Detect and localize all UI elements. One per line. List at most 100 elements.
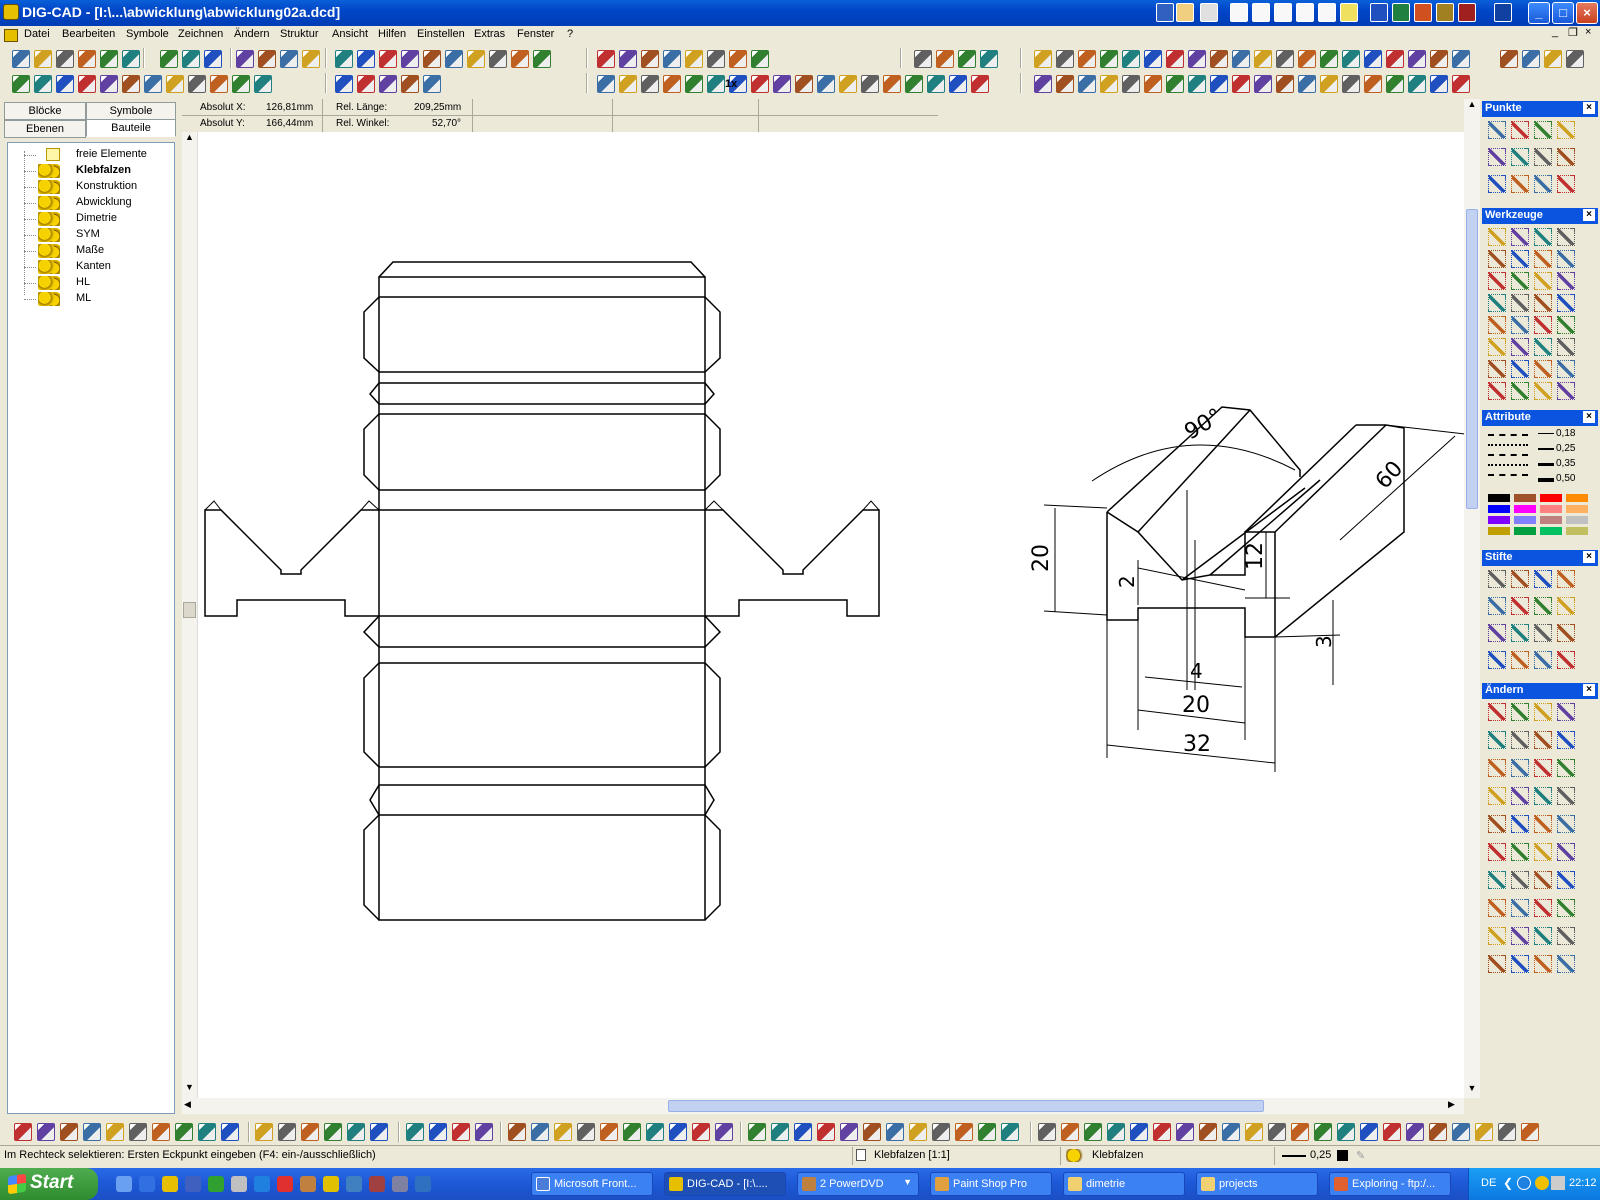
werkzeuge-tool-icon[interactable] [1557,360,1575,378]
tree-item[interactable]: ML [24,291,168,307]
task-frontpage[interactable]: Microsoft Front... [531,1172,653,1196]
dimension-tool-icon[interactable] [955,1123,973,1141]
help-tool-icon[interactable] [1522,50,1540,68]
aendern-tool-icon[interactable] [1557,731,1575,749]
block-tool-icon[interactable] [1100,75,1118,93]
stifte-tool-icon[interactable] [1488,624,1506,642]
quicklaunch-icon[interactable] [1156,3,1174,22]
zoom-tool-icon[interactable] [663,75,681,93]
punkte-tool-icon[interactable] [1488,121,1506,139]
struct-tool-icon[interactable] [12,75,30,93]
block-tool-icon[interactable] [1232,75,1250,93]
task-paintshop[interactable]: Paint Shop Pro [930,1172,1052,1196]
struct-tool-icon[interactable] [254,75,272,93]
circle-tool-icon[interactable] [554,1123,572,1141]
color-swatch[interactable] [1488,505,1510,513]
struct-tool-icon[interactable] [210,75,228,93]
aendern-tool-icon[interactable] [1534,871,1552,889]
block-tool-icon[interactable] [1452,75,1470,93]
aendern-tool-icon[interactable] [1534,815,1552,833]
stifte-tool-icon[interactable] [1557,570,1575,588]
tree-item[interactable]: SYM [24,227,168,243]
help-tool-icon[interactable] [1500,50,1518,68]
snap-tool-icon[interactable] [619,50,637,68]
aendern-tool-icon[interactable] [1511,703,1529,721]
cad-drawing[interactable]: 90° 60 20 12 2 3 4 20 32 [182,132,1464,1098]
snap-tool-icon[interactable] [729,50,747,68]
office-icon[interactable] [1494,3,1512,22]
werkzeuge-tool-icon[interactable] [1534,228,1552,246]
poly-tool-icon[interactable] [452,1123,470,1141]
dimension-tool-icon[interactable] [771,1123,789,1141]
poly-tool-icon[interactable] [429,1123,447,1141]
aendern-tool-icon[interactable] [1557,843,1575,861]
aendern-tool-icon[interactable] [1557,927,1575,945]
scroll-thumb[interactable] [1466,209,1478,509]
misc-tool-icon[interactable] [1291,1123,1309,1141]
block-tool-icon[interactable] [1144,75,1162,93]
layer-tool-icon[interactable] [980,50,998,68]
task-digcad[interactable]: DIG-CAD - [I:\.... [664,1172,786,1196]
color-swatch[interactable] [1540,516,1562,524]
zoom-tool-icon[interactable] [619,75,637,93]
color-swatch[interactable] [1566,516,1588,524]
aendern-tool-icon[interactable] [1488,759,1506,777]
construct-tool-icon[interactable] [1034,50,1052,68]
misc-tool-icon[interactable] [1475,1123,1493,1141]
struct-tool-icon[interactable] [144,75,162,93]
print-tool-icon[interactable] [258,50,276,68]
aendern-tool-icon[interactable] [1511,871,1529,889]
block-tool-icon[interactable] [1342,75,1360,93]
block-tool-icon[interactable] [1254,75,1272,93]
linestyle-option[interactable] [1488,474,1528,476]
aendern-tool-icon[interactable] [1488,815,1506,833]
werkzeuge-tool-icon[interactable] [1557,338,1575,356]
start-button[interactable]: Start [0,1168,98,1200]
zoom-tool-icon[interactable] [685,75,703,93]
drawing-canvas[interactable]: 90° 60 20 12 2 3 4 20 32 [182,132,1464,1102]
zoom-tool-icon[interactable] [773,75,791,93]
maximize-button[interactable]: □ [1552,2,1574,24]
zoom-tool-icon[interactable] [927,75,945,93]
line-tool-icon[interactable] [324,1123,342,1141]
werkzeuge-tool-icon[interactable] [1557,228,1575,246]
color-swatch[interactable] [1337,1150,1348,1161]
stifte-tool-icon[interactable] [1557,624,1575,642]
aendern-tool-icon[interactable] [1511,759,1529,777]
tab-ebenen[interactable]: Ebenen [4,120,86,138]
werkzeuge-tool-icon[interactable] [1534,382,1552,400]
menu-einstellen[interactable]: Einstellen [417,28,465,40]
circle-tool-icon[interactable] [623,1123,641,1141]
line-tool-icon[interactable] [301,1123,319,1141]
aendern-tool-icon[interactable] [1557,703,1575,721]
stifte-tool-icon[interactable] [1511,597,1529,615]
aendern-tool-icon[interactable] [1511,927,1529,945]
view-tool-icon[interactable] [182,50,200,68]
quicklaunch-icon[interactable] [1200,3,1218,22]
tree-item[interactable]: freie Elemente [24,147,168,163]
linewidth-option[interactable]: 0,50 [1536,472,1594,486]
color-swatch[interactable] [1566,505,1588,513]
misc-tool-icon[interactable] [1061,1123,1079,1141]
aendern-tool-icon[interactable] [1534,759,1552,777]
color-swatch[interactable] [1514,527,1536,535]
dimension-tool-icon[interactable] [886,1123,904,1141]
construct-tool-icon[interactable] [1144,50,1162,68]
color-swatch[interactable] [1488,494,1510,502]
zoom-tool-icon[interactable] [971,75,989,93]
print-tool-icon[interactable] [280,50,298,68]
linestyle-option[interactable] [1488,444,1528,446]
werkzeuge-tool-icon[interactable] [1511,228,1529,246]
block-tool-icon[interactable] [1298,75,1316,93]
menu-extras[interactable]: Extras [474,28,505,40]
misc-tool-icon[interactable] [1176,1123,1194,1141]
edit-tool-icon[interactable] [357,50,375,68]
app-tray-icon[interactable] [1535,1176,1549,1190]
document-icon[interactable] [4,29,18,42]
quicklaunch-icon[interactable] [254,1176,270,1192]
snap-tool-icon[interactable] [685,50,703,68]
language-indicator[interactable]: DE [1481,1177,1496,1189]
aendern-tool-icon[interactable] [1557,955,1575,973]
construct-tool-icon[interactable] [1342,50,1360,68]
color-swatch[interactable] [1540,494,1562,502]
